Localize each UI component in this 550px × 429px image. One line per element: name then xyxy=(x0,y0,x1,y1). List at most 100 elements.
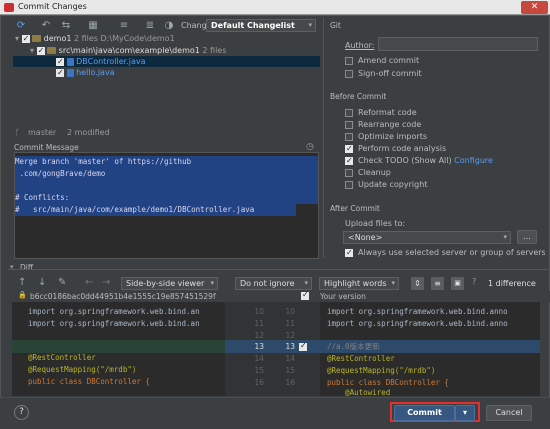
left-code-line: @RequestMapping("/mrdb") xyxy=(28,365,137,374)
message-line: Merge branch 'master' of https://github xyxy=(15,156,318,168)
tree-file-dbcontroller[interactable]: DBController.java xyxy=(56,56,146,67)
highlight-select[interactable]: Highlight words ▾ xyxy=(319,277,399,290)
signoff-commit-option[interactable]: Sign-off commit xyxy=(345,68,422,79)
branch-name: master xyxy=(28,128,57,137)
ignore-select[interactable]: Do not ignore ▾ xyxy=(235,277,312,290)
expand-all-icon[interactable]: ≡ xyxy=(118,20,130,32)
line-number: 10 xyxy=(285,307,295,316)
cleanup-checkbox[interactable] xyxy=(345,168,353,177)
commit-message-input[interactable]: Merge branch 'master' of https://github … xyxy=(14,152,319,259)
always-use-option[interactable]: Always use selected server or group of s… xyxy=(345,247,545,258)
amend-label: Amend commit xyxy=(358,56,420,65)
rearrange-code-option[interactable]: Rearrange code xyxy=(345,119,421,130)
upload-value: <None> xyxy=(348,233,383,242)
line-number: 16 xyxy=(285,378,295,387)
collapse-all-icon[interactable]: ≣ xyxy=(144,20,156,32)
option-label: Check TODO (Show All) xyxy=(358,156,452,165)
amend-checkbox[interactable] xyxy=(345,56,353,65)
option-label: Cleanup xyxy=(358,168,391,177)
message-line: # Conflicts: xyxy=(15,192,318,204)
todo-checkbox[interactable] xyxy=(345,155,353,166)
sync-scroll-icon[interactable]: ⇕ xyxy=(411,277,424,290)
lock-icon[interactable]: ▣ xyxy=(451,277,464,290)
branch-icon: ᚴ xyxy=(15,128,20,137)
author-input[interactable] xyxy=(378,37,538,51)
chevron-down-icon: ▾ xyxy=(304,279,308,287)
tree-folder[interactable]: ▾ src\main\java\com\example\demo1 2 file… xyxy=(30,45,226,56)
commit-options-button[interactable]: ▾ xyxy=(455,405,475,421)
include-change-checkbox[interactable] xyxy=(299,341,307,351)
close-button[interactable]: ✕ xyxy=(521,1,548,14)
settings-icon[interactable]: ≡ xyxy=(431,277,444,290)
chevron-down-icon: ▾ xyxy=(503,233,507,241)
upload-label: Upload files to: xyxy=(345,219,406,228)
check-todo-option[interactable]: Check TODO (Show All) Configure xyxy=(345,155,493,166)
folder-checkbox[interactable] xyxy=(36,45,45,56)
commit-button[interactable]: Commit xyxy=(394,405,455,421)
left-code-line: import org.springframework.web.bind.an xyxy=(28,319,200,328)
left-code-line: import org.springframework.web.bind.an xyxy=(28,307,200,316)
difference-count: 1 difference xyxy=(488,279,536,288)
optimize-imports-option[interactable]: Optimize imports xyxy=(345,131,427,142)
signoff-checkbox[interactable] xyxy=(345,69,353,78)
arrow-left-icon[interactable]: ← xyxy=(85,277,93,288)
analysis-checkbox[interactable] xyxy=(345,143,353,154)
show-diff-icon[interactable]: ◑ xyxy=(163,20,175,32)
right-code-line: @RestController xyxy=(327,354,395,363)
right-code-line: @RequestMapping("/mrdb") xyxy=(327,366,436,375)
line-number: 11 xyxy=(254,319,264,328)
chevron-down-icon: ▾ xyxy=(210,279,214,287)
line-number: 10 xyxy=(254,307,264,316)
edit-icon[interactable]: ✎ xyxy=(58,277,66,288)
left-code-line: @RestController xyxy=(28,353,96,362)
message-line xyxy=(15,180,318,192)
app-icon xyxy=(4,3,14,12)
upload-server-select[interactable]: <None> ▾ xyxy=(343,231,511,244)
changelist-value: Default Changelist xyxy=(211,21,295,30)
signoff-label: Sign-off commit xyxy=(358,69,422,78)
chevron-down-icon: ▾ xyxy=(308,21,312,29)
root-checkbox[interactable] xyxy=(21,33,30,44)
help-diff-icon[interactable]: ? xyxy=(472,277,476,286)
commit-message-label: Commit Message xyxy=(14,143,79,152)
tree-file-hello[interactable]: hello.java xyxy=(56,67,115,78)
arrow-right-icon[interactable]: → xyxy=(102,277,110,288)
diff-divider xyxy=(8,269,548,270)
option-label: Perform code analysis xyxy=(358,144,447,153)
changelist-select[interactable]: Default Changelist ▾ xyxy=(206,19,316,32)
tree-root[interactable]: ▾ demo1 2 files D:\MyCode\demo1 xyxy=(15,33,175,44)
cleanup-option[interactable]: Cleanup xyxy=(345,167,391,178)
lock-small-icon: 🔒 xyxy=(18,291,27,299)
diff-icon[interactable]: ⇆ xyxy=(60,20,72,32)
arrow-up-icon[interactable]: ↑ xyxy=(18,277,26,288)
git-section-title: Git xyxy=(330,21,341,30)
help-button[interactable]: ? xyxy=(14,405,29,420)
arrow-down-icon[interactable]: ↓ xyxy=(38,277,46,288)
file-checkbox[interactable] xyxy=(56,67,64,78)
group-by-icon[interactable]: ▦ xyxy=(87,20,99,32)
before-commit-title: Before Commit xyxy=(330,92,387,101)
rearrange-checkbox[interactable] xyxy=(345,120,353,129)
configure-link[interactable]: Configure xyxy=(454,156,493,165)
always-use-checkbox[interactable] xyxy=(345,247,353,258)
window-title: Commit Changes xyxy=(18,2,87,11)
accept-changes-checkbox[interactable] xyxy=(301,290,309,300)
refresh-icon[interactable]: ⟳ xyxy=(15,20,27,32)
option-label: Optimize imports xyxy=(358,132,427,141)
cancel-button[interactable]: Cancel xyxy=(486,405,532,421)
browse-servers-button[interactable]: ... xyxy=(517,230,537,244)
code-analysis-option[interactable]: Perform code analysis xyxy=(345,143,446,154)
highlight-value: Highlight words xyxy=(324,279,387,288)
file-checkbox[interactable] xyxy=(56,56,64,67)
optimize-checkbox[interactable] xyxy=(345,132,353,141)
line-number: 15 xyxy=(254,366,264,375)
right-code-line: //a.0版本更新 xyxy=(327,342,380,351)
amend-commit-option[interactable]: Amend commit xyxy=(345,55,419,66)
copyright-checkbox[interactable] xyxy=(345,180,353,189)
rollback-icon[interactable]: ↶ xyxy=(40,20,52,32)
reformat-code-option[interactable]: Reformat code xyxy=(345,107,417,118)
viewer-select[interactable]: Side-by-side viewer ▾ xyxy=(121,277,218,290)
update-copyright-option[interactable]: Update copyright xyxy=(345,179,427,190)
reformat-checkbox[interactable] xyxy=(345,108,353,117)
history-icon[interactable]: ◷ xyxy=(306,142,314,152)
